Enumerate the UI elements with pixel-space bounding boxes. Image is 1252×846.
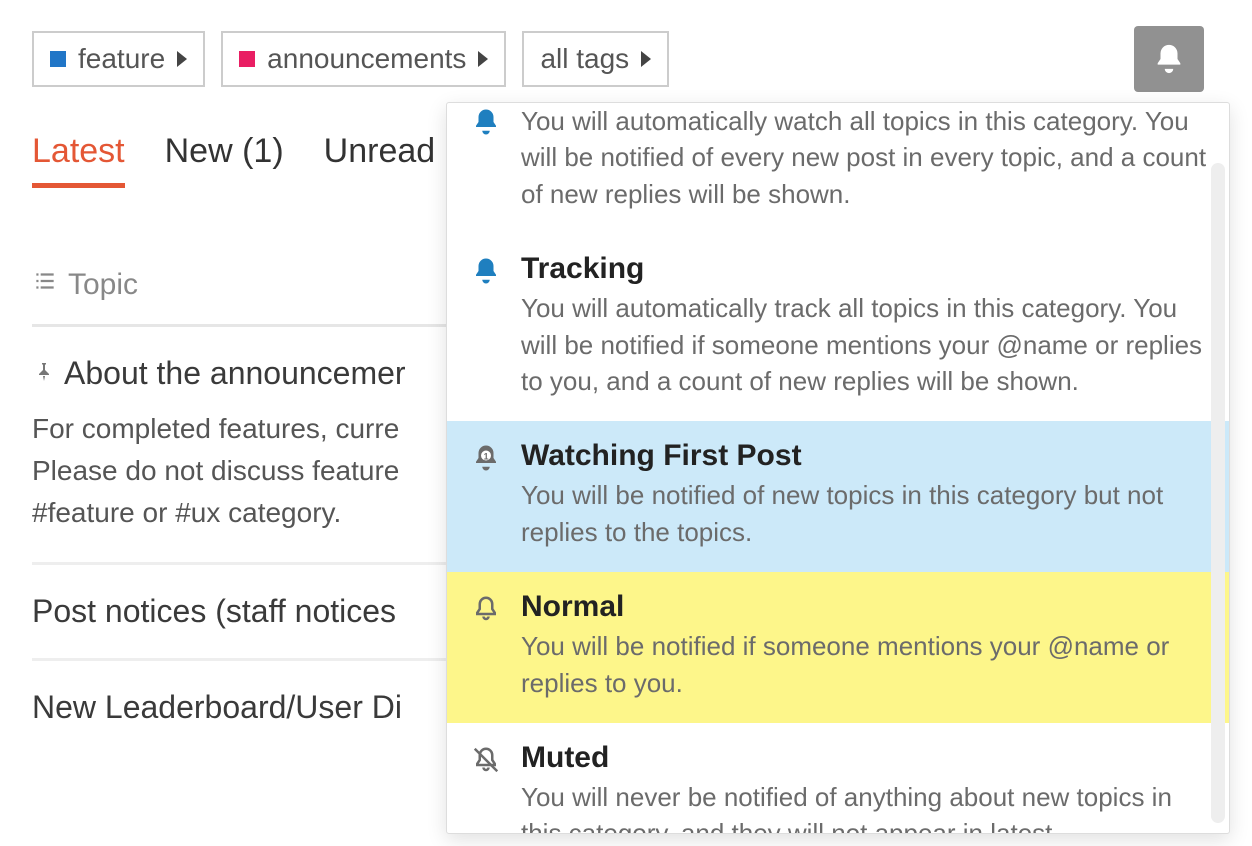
caret-right-icon bbox=[177, 51, 187, 67]
category-color-feature bbox=[50, 51, 66, 67]
bell-muted-icon bbox=[469, 741, 503, 833]
list-icon bbox=[32, 268, 58, 302]
category-label: announcements bbox=[267, 43, 466, 75]
bell-icon bbox=[1152, 42, 1186, 76]
caret-right-icon bbox=[478, 51, 488, 67]
caret-right-icon bbox=[641, 51, 651, 67]
category-color-announcements bbox=[239, 51, 255, 67]
dropdown-scroll[interactable]: You will automatically watch all topics … bbox=[447, 103, 1229, 833]
tag-label: all tags bbox=[540, 43, 629, 75]
tab-new[interactable]: New (1) bbox=[165, 132, 284, 188]
svg-text:1: 1 bbox=[484, 452, 489, 462]
category-filter-feature[interactable]: feature bbox=[32, 31, 205, 87]
notification-dropdown: You will automatically watch all topics … bbox=[446, 102, 1230, 834]
dropdown-desc: You will automatically watch all topics … bbox=[521, 103, 1207, 212]
category-filter-announcements[interactable]: announcements bbox=[221, 31, 506, 87]
dropdown-desc: You will be notified if someone mentions… bbox=[521, 628, 1207, 701]
bell-outline-icon bbox=[469, 590, 503, 701]
dropdown-item-normal[interactable]: Normal You will be notified if someone m… bbox=[447, 572, 1229, 723]
bell-filled-icon bbox=[469, 252, 503, 399]
dropdown-item-muted[interactable]: Muted You will never be notified of anyt… bbox=[447, 723, 1229, 833]
topic-header-label: Topic bbox=[68, 268, 138, 302]
bell-badge-icon: 1 bbox=[469, 439, 503, 550]
category-label: feature bbox=[78, 43, 165, 75]
bell-filled-icon bbox=[469, 103, 503, 212]
pin-icon bbox=[32, 355, 56, 392]
dropdown-title: Normal bbox=[521, 590, 1207, 624]
dropdown-desc: You will automatically track all topics … bbox=[521, 290, 1207, 399]
scrollbar[interactable] bbox=[1211, 163, 1225, 823]
dropdown-item-watching-first-post[interactable]: 1 Watching First Post You will be notifi… bbox=[447, 421, 1229, 572]
dropdown-desc: You will be notified of new topics in th… bbox=[521, 477, 1207, 550]
tab-latest[interactable]: Latest bbox=[32, 132, 125, 188]
dropdown-title: Tracking bbox=[521, 252, 1207, 286]
tab-unread[interactable]: Unread ( bbox=[324, 132, 456, 188]
dropdown-title: Muted bbox=[521, 741, 1207, 775]
dropdown-item-tracking[interactable]: Tracking You will automatically track al… bbox=[447, 234, 1229, 421]
topic-title: About the announcemer bbox=[64, 355, 406, 392]
topic-title: Post notices (staff notices bbox=[32, 593, 396, 630]
topic-title: New Leaderboard/User Di bbox=[32, 689, 402, 726]
dropdown-title: Watching First Post bbox=[521, 439, 1207, 473]
dropdown-desc: You will never be notified of anything a… bbox=[521, 779, 1207, 833]
filter-bar: feature announcements all tags bbox=[0, 0, 1252, 102]
tag-filter[interactable]: all tags bbox=[522, 31, 669, 87]
dropdown-item-watching[interactable]: You will automatically watch all topics … bbox=[447, 103, 1229, 234]
notification-level-button[interactable] bbox=[1134, 26, 1204, 92]
